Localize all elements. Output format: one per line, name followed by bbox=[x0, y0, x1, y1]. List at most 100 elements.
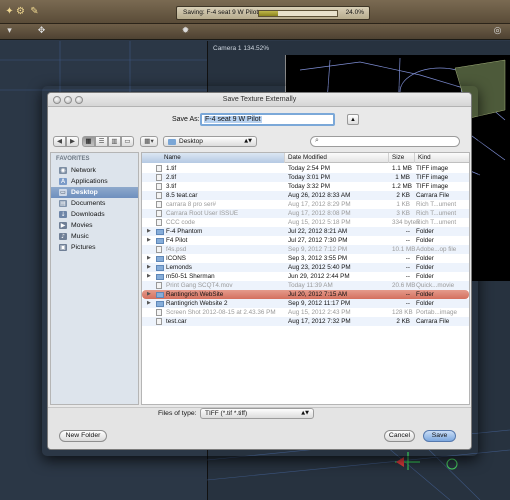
file-size: -- bbox=[405, 264, 410, 271]
file-list-header: Name Date Modified Size Kind bbox=[142, 153, 469, 163]
file-date: Sep 3, 2012 3:55 PM bbox=[288, 255, 348, 262]
expand-dialog-button[interactable]: ▲ bbox=[347, 114, 359, 125]
disclosure-triangle-icon[interactable]: ▶ bbox=[147, 299, 151, 308]
save-button[interactable]: Save bbox=[423, 430, 456, 442]
disclosure-triangle-icon[interactable]: ▶ bbox=[147, 272, 151, 281]
new-folder-button[interactable]: New Folder bbox=[59, 430, 107, 442]
sidebar-item-pictures[interactable]: ▣ Pictures bbox=[51, 242, 138, 253]
file-icon bbox=[156, 309, 162, 316]
file-size: 10.1 MB bbox=[392, 246, 416, 253]
file-kind: Folder bbox=[416, 273, 434, 280]
forward-button[interactable]: ▶ bbox=[66, 136, 79, 147]
sidebar-item-label: Desktop bbox=[71, 189, 98, 196]
list-view-button[interactable]: ☰ bbox=[95, 136, 108, 147]
file-icon bbox=[156, 246, 162, 253]
updown-arrow-icon: ▲▼ bbox=[301, 410, 309, 416]
file-date: Aug 23, 2012 5:40 PM bbox=[288, 264, 351, 271]
sidebar-item-downloads[interactable]: ↓ Downloads bbox=[51, 209, 138, 220]
favorites-header: FAVORITES bbox=[56, 156, 90, 162]
file-size: -- bbox=[405, 273, 410, 280]
disclosure-triangle-icon[interactable]: ▶ bbox=[147, 227, 151, 236]
file-row[interactable]: ▶ F4 Pilot Jul 27, 2012 7:30 PM -- Folder bbox=[142, 236, 469, 245]
file-row[interactable]: 2.tif Today 3:01 PM 1 MB TIFF image bbox=[142, 173, 469, 182]
file-row[interactable]: 8.5 teat.car Aug 26, 2012 8:33 AM 2 KB Carr… bbox=[142, 191, 469, 200]
sidebar-item-label: Downloads bbox=[71, 211, 105, 218]
sidebar: FAVORITES ◉ Network A Applications ▭ Des… bbox=[50, 152, 139, 405]
back-button[interactable]: ◀ bbox=[53, 136, 66, 147]
search-input[interactable]: ⌕ bbox=[310, 136, 460, 147]
file-size: 1 MB bbox=[395, 174, 410, 181]
file-kind: Quick...movie bbox=[416, 282, 455, 289]
icon-view-button[interactable]: ▦ bbox=[82, 136, 95, 147]
file-date: Aug 17, 2012 8:08 PM bbox=[288, 210, 351, 217]
file-row[interactable]: Screen Shot 2012-08-15 at 2.43.36 PM Aug … bbox=[142, 308, 469, 317]
location-dropdown[interactable]: Desktop ▲▼ bbox=[163, 136, 257, 147]
folder-icon bbox=[156, 256, 164, 262]
folder-icon bbox=[156, 274, 164, 280]
file-row[interactable]: 1.tif Today 2:54 PM 1.1 MB TIFF image bbox=[142, 164, 469, 173]
file-row[interactable]: ▶ Rantingrich Website 2 Sep 9, 2012 11:17 … bbox=[142, 299, 469, 308]
folder-icon bbox=[156, 301, 164, 307]
file-kind: Rich T...ument bbox=[416, 210, 457, 217]
disclosure-triangle-icon[interactable]: ▶ bbox=[147, 263, 151, 272]
file-row[interactable]: carrara 8 pro ser# Aug 17, 2012 8:29 PM 1 … bbox=[142, 200, 469, 209]
folder-icon bbox=[156, 238, 164, 244]
file-size: -- bbox=[405, 237, 410, 244]
file-size: 1 KB bbox=[396, 201, 410, 208]
file-date: Aug 26, 2012 8:33 AM bbox=[288, 192, 351, 199]
file-name: 1.tif bbox=[166, 165, 177, 172]
location-value: Desktop bbox=[179, 138, 203, 145]
save-as-label: Save As: bbox=[172, 116, 200, 123]
file-row[interactable]: ▶ m50-51 Sherman Jun 29, 2012 2:44 PM -- Fol… bbox=[142, 272, 469, 281]
sidebar-item-music[interactable]: ♪ Music bbox=[51, 231, 138, 242]
file-row[interactable]: test.car Aug 17, 2012 7:32 PM 2 KB Carrara … bbox=[142, 317, 469, 326]
file-row[interactable]: 3.tif Today 3:32 PM 1.2 MB TIFF image bbox=[142, 182, 469, 191]
sidebar-item-desktop[interactable]: ▭ Desktop bbox=[51, 187, 138, 198]
file-date: Aug 17, 2012 7:32 PM bbox=[288, 318, 351, 325]
desktop-icon: ▭ bbox=[59, 189, 67, 196]
file-row[interactable]: Carrara Root User ISSUE Aug 17, 2012 8:08… bbox=[142, 209, 469, 218]
disclosure-triangle-icon[interactable]: ▶ bbox=[147, 254, 151, 263]
file-date: Today 3:01 PM bbox=[288, 174, 331, 181]
sidebar-item-documents[interactable]: ▤ Documents bbox=[51, 198, 138, 209]
file-date: Aug 15, 2012 2:43 PM bbox=[288, 309, 351, 316]
sidebar-item-applications[interactable]: A Applications bbox=[51, 176, 138, 187]
updown-arrow-icon: ▲▼ bbox=[244, 138, 252, 144]
file-name: m50-51 Sherman bbox=[166, 273, 215, 280]
file-date: Sep 9, 2012 7:12 PM bbox=[288, 246, 348, 253]
column-header-size[interactable]: Size bbox=[388, 153, 414, 163]
file-row[interactable]: ▶ F-4 Phantom Jul 22, 2012 8:21 AM -- Folder bbox=[142, 227, 469, 236]
coverflow-view-button[interactable]: ▭ bbox=[121, 136, 134, 147]
file-row[interactable]: ▶ Lemonds Aug 23, 2012 5:40 PM -- Folder bbox=[142, 263, 469, 272]
file-row[interactable]: ▶ Rantingrich WebSite Jul 20, 2012 7:15 AM… bbox=[142, 290, 469, 299]
file-name: Lemonds bbox=[166, 264, 192, 271]
sidebar-item-movies[interactable]: ▶ Movies bbox=[51, 220, 138, 231]
sidebar-item-network[interactable]: ◉ Network bbox=[51, 165, 138, 176]
file-kind: Folder bbox=[416, 291, 434, 298]
file-kind: Folder bbox=[416, 237, 434, 244]
file-kind: Folder bbox=[416, 300, 434, 307]
disclosure-triangle-icon[interactable]: ▶ bbox=[147, 290, 151, 299]
column-header-date[interactable]: Date Modified bbox=[284, 153, 388, 163]
music-icon: ♪ bbox=[59, 233, 67, 240]
file-date: Jul 27, 2012 7:30 PM bbox=[288, 237, 348, 244]
file-date: Aug 17, 2012 8:29 PM bbox=[288, 201, 351, 208]
files-of-type-value: TIFF (*.tif *.tiff) bbox=[205, 410, 248, 417]
files-of-type-dropdown[interactable]: TIFF (*.tif *.tiff) ▲▼ bbox=[200, 408, 314, 419]
file-row[interactable]: f4s.psd Sep 9, 2012 7:12 PM 10.1 MB Adobe..… bbox=[142, 245, 469, 254]
file-row[interactable]: CCC code Aug 15, 2012 5:18 PM 334 bytes Ric… bbox=[142, 218, 469, 227]
column-header-kind[interactable]: Kind bbox=[414, 153, 469, 163]
column-header-name[interactable]: Name bbox=[142, 153, 284, 163]
file-row[interactable]: Print Gang SCQT4.mov Today 11:39 AM 20.6 M… bbox=[142, 281, 469, 290]
file-name: Carrara Root User ISSUE bbox=[166, 210, 239, 217]
file-size: 2 KB bbox=[396, 192, 410, 199]
applications-icon: A bbox=[59, 178, 67, 185]
file-kind: Folder bbox=[416, 255, 434, 262]
arrange-button[interactable]: ▦▾ bbox=[140, 136, 158, 147]
save-as-input[interactable]: F-4 seat 9 W Pilot bbox=[200, 113, 335, 126]
column-view-button[interactable]: ▥ bbox=[108, 136, 121, 147]
disclosure-triangle-icon[interactable]: ▶ bbox=[147, 236, 151, 245]
cancel-button[interactable]: Cancel bbox=[384, 430, 415, 442]
file-kind: Rich T...ument bbox=[416, 201, 457, 208]
file-row[interactable]: ▶ ICONS Sep 3, 2012 3:55 PM -- Folder bbox=[142, 254, 469, 263]
